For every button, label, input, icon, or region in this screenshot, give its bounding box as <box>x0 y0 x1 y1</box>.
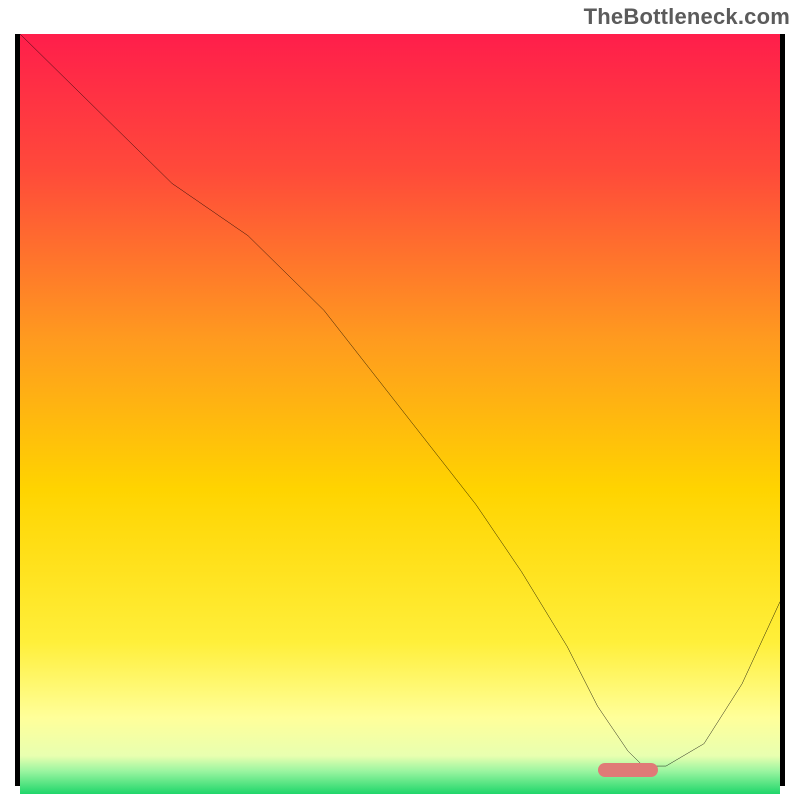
plot-area <box>15 34 785 786</box>
watermark-text: TheBottleneck.com <box>584 4 790 30</box>
curve-layer <box>20 34 780 781</box>
bottleneck-curve <box>20 34 780 766</box>
optimal-range-marker <box>598 763 659 776</box>
chart-root: TheBottleneck.com <box>0 0 800 800</box>
